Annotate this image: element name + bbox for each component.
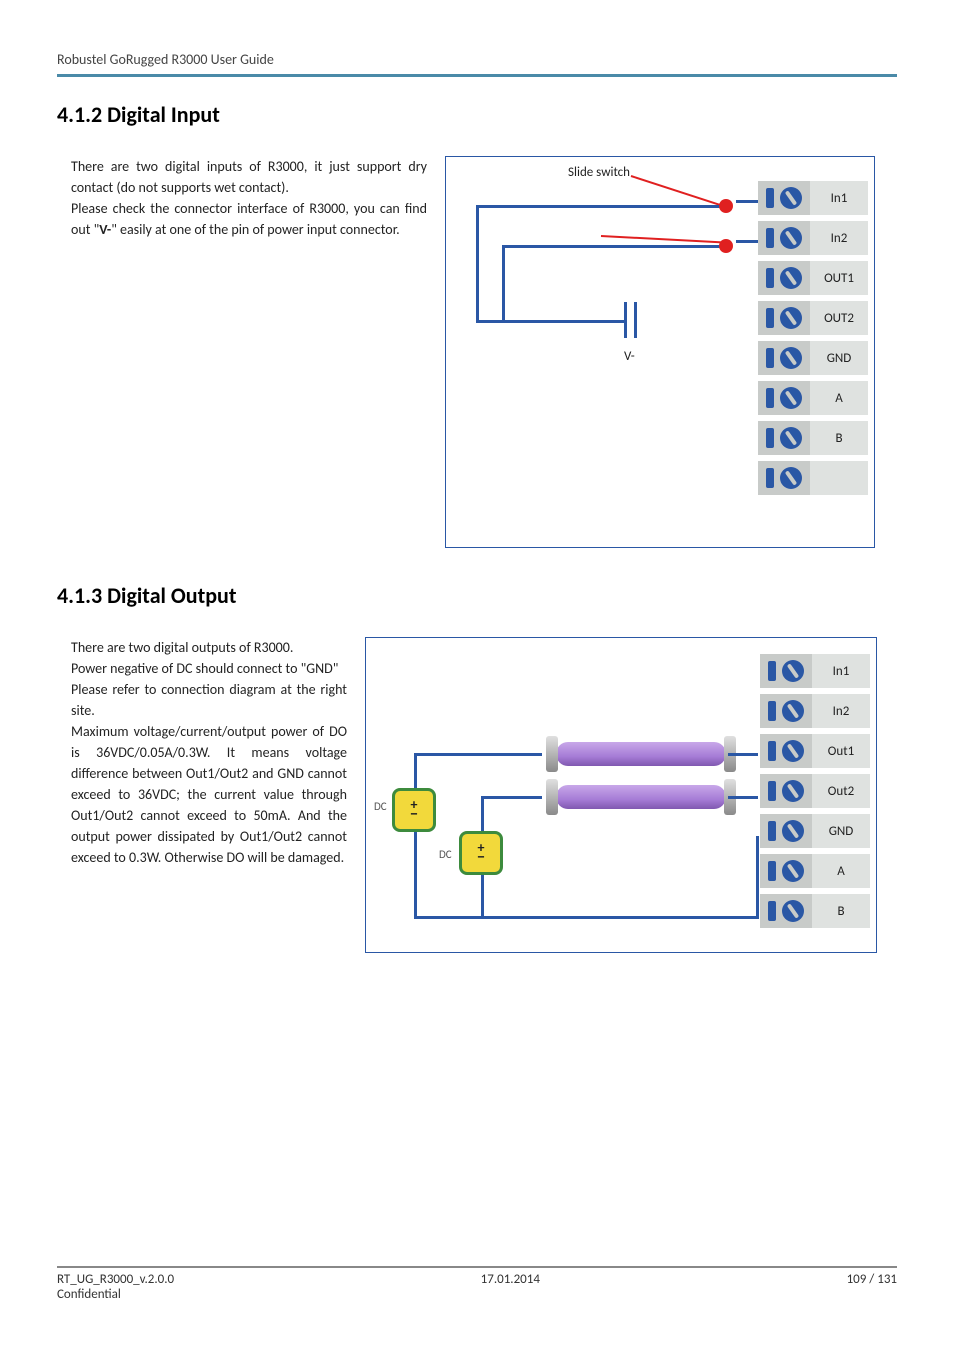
screw-terminal-icon (758, 181, 810, 215)
wire-icon (728, 753, 758, 756)
terminal-label: GND (810, 341, 868, 375)
wire-icon (414, 753, 417, 793)
terminal-in2: In2 (760, 694, 870, 728)
dc-source-icon: +− (392, 788, 436, 832)
wire-icon (736, 200, 759, 203)
load-lamp-icon (556, 785, 726, 809)
screw-terminal-icon (758, 261, 810, 295)
terminal-label: Out1 (812, 734, 870, 768)
terminal-label: In2 (812, 694, 870, 728)
wire-icon (736, 240, 759, 243)
section-digital-output: There are two digital outputs of R3000. … (57, 637, 897, 953)
dc-label: DC (374, 800, 387, 813)
terminal-gnd: GND (758, 341, 868, 375)
running-header: Robustel GoRugged R3000 User Guide (57, 51, 897, 77)
terminal-b: B (758, 421, 868, 455)
footer-doc: RT_UG_R3000_v.2.0.0 (57, 1272, 174, 1287)
terminal-label: In1 (810, 181, 868, 215)
screw-terminal-icon (760, 654, 812, 688)
terminal-out2: Out2 (760, 774, 870, 808)
section-title-digital-output: 4.1.3 Digital Output (57, 582, 897, 609)
screw-terminal-icon (760, 774, 812, 808)
terminal-block: In1 In2 OUT1 OUT2 GND A B (758, 181, 868, 495)
terminal-a: A (760, 854, 870, 888)
wire-icon (414, 753, 542, 756)
switch-contact-icon (719, 239, 733, 253)
screw-terminal-icon (760, 894, 812, 928)
wire-icon (502, 245, 726, 248)
switch-contact-icon (719, 199, 733, 213)
page-footer: RT_UG_R3000_v.2.0.0 Confidential 17.01.2… (57, 1266, 897, 1302)
footer-page: 109 / 131 (847, 1272, 897, 1302)
diagram-digital-output: +− DC +− DC In1 In2 Out1 Out2 GND A B (365, 637, 877, 953)
section-title-digital-input: 4.1.2 Digital Input (57, 101, 897, 128)
di-para2: Please check the connector interface of … (71, 198, 427, 240)
wire-icon (476, 205, 479, 321)
terminal-label: In1 (812, 654, 870, 688)
screw-terminal-icon (758, 221, 810, 255)
wire-icon (756, 836, 759, 919)
terminal-block: In1 In2 Out1 Out2 GND A B (760, 654, 870, 928)
screw-terminal-icon (760, 694, 812, 728)
annotation-line-icon (631, 175, 723, 207)
footer-date: 17.01.2014 (174, 1272, 846, 1302)
wire-icon (476, 205, 726, 208)
terminal-label: B (810, 421, 868, 455)
screw-terminal-icon (758, 301, 810, 335)
terminal-blank (758, 461, 868, 495)
diagram-digital-input: Slide switch V- In1 (445, 156, 875, 548)
terminal-b: B (760, 894, 870, 928)
terminal-label: OUT2 (810, 301, 868, 335)
screw-terminal-icon (758, 461, 810, 495)
annotation-line-icon (601, 235, 727, 244)
dc-source-icon: +− (459, 831, 503, 875)
terminal-label: A (810, 381, 868, 415)
wire-icon (414, 916, 758, 919)
dc-label: DC (439, 848, 452, 861)
terminal-out1: OUT1 (758, 261, 868, 295)
wire-icon (728, 796, 758, 799)
digital-input-text: There are two digital inputs of R3000, i… (57, 156, 427, 240)
di-para1: There are two digital inputs of R3000, i… (71, 156, 427, 198)
terminal-out1: Out1 (760, 734, 870, 768)
section-digital-input: There are two digital inputs of R3000, i… (57, 156, 897, 548)
di-para2-b: " easily at one of the pin of power inpu… (111, 221, 400, 238)
screw-terminal-icon (760, 814, 812, 848)
screw-terminal-icon (758, 341, 810, 375)
do-para3: Please refer to connection diagram at th… (71, 679, 347, 721)
wire-icon (476, 320, 624, 323)
terminal-label: A (812, 854, 870, 888)
load-lamp-icon (556, 742, 726, 766)
terminal-label: OUT1 (810, 261, 868, 295)
terminal-label: In2 (810, 221, 868, 255)
terminal-label: GND (812, 814, 870, 848)
terminal-a: A (758, 381, 868, 415)
wire-icon (481, 796, 542, 799)
screw-terminal-icon (760, 734, 812, 768)
terminal-in1: In1 (760, 654, 870, 688)
wire-icon (481, 875, 484, 918)
do-para1: There are two digital outputs of R3000. (71, 637, 347, 658)
screw-terminal-icon (758, 381, 810, 415)
do-para2: Power negative of DC should connect to "… (71, 658, 347, 679)
v-minus-label: V- (624, 349, 635, 364)
terminal-in2: In2 (758, 221, 868, 255)
terminal-out2: OUT2 (758, 301, 868, 335)
terminal-label: Out2 (812, 774, 870, 808)
screw-terminal-icon (760, 854, 812, 888)
di-para2-bold: V- (99, 221, 111, 238)
terminal-label: B (812, 894, 870, 928)
wire-icon (502, 245, 505, 321)
wire-icon (414, 832, 417, 918)
terminal-label (810, 461, 868, 495)
slide-switch-label: Slide switch (568, 165, 630, 180)
digital-output-text: There are two digital outputs of R3000. … (57, 637, 347, 868)
screw-terminal-icon (758, 421, 810, 455)
footer-confidential: Confidential (57, 1287, 174, 1302)
terminal-gnd: GND (760, 814, 870, 848)
do-para4: Maximum voltage/current/output power of … (71, 721, 347, 868)
page: Robustel GoRugged R3000 User Guide 4.1.2… (0, 0, 954, 953)
wire-icon (481, 796, 484, 836)
terminal-in1: In1 (758, 181, 868, 215)
